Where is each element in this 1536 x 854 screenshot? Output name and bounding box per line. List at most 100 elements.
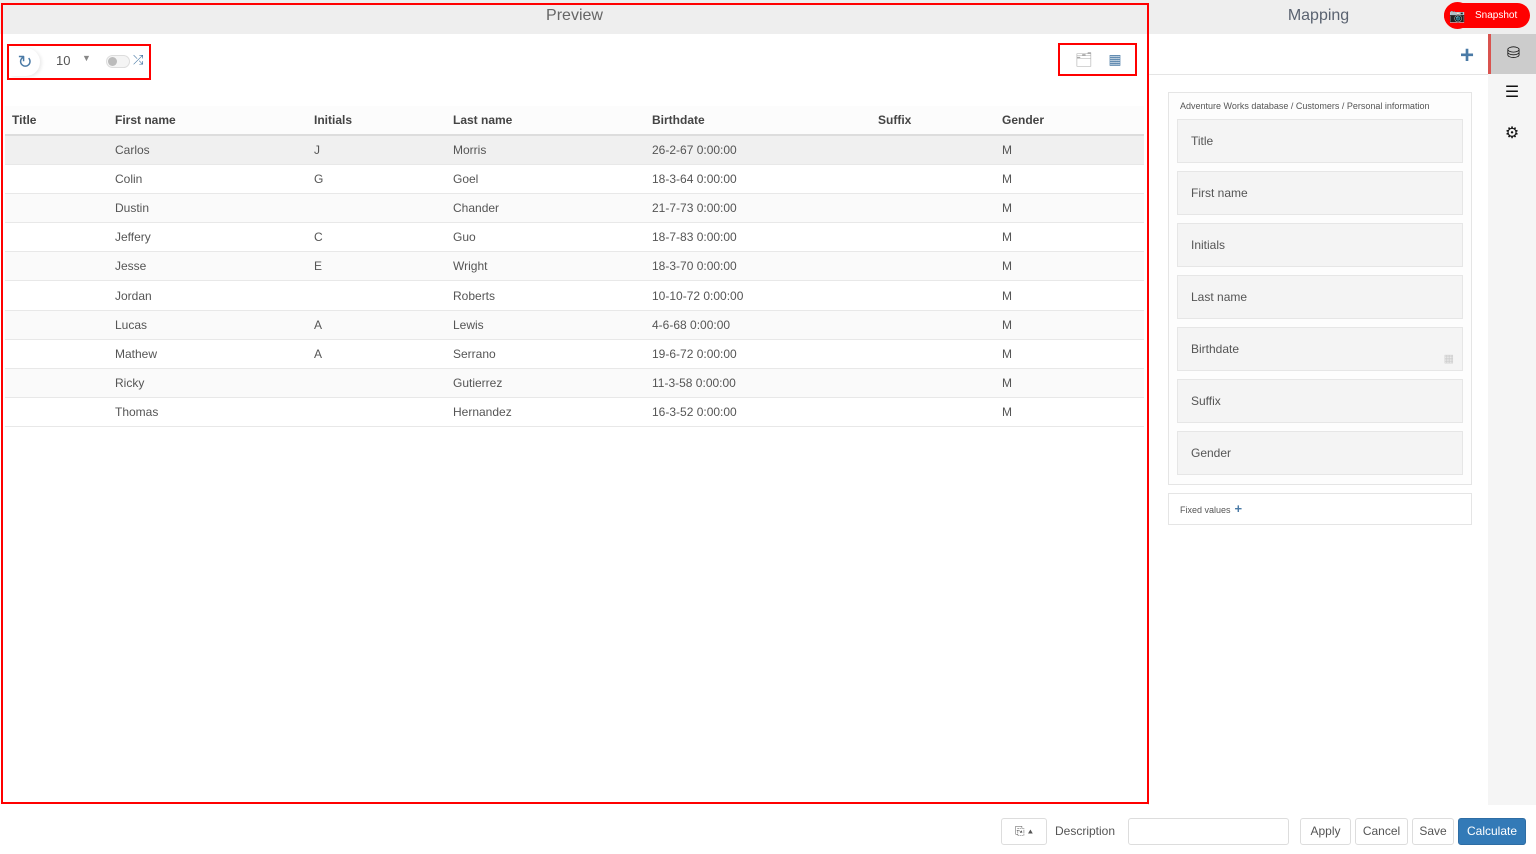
list-icon[interactable]: ☰ (1488, 73, 1536, 113)
column-header[interactable]: First name (108, 106, 307, 136)
save-button[interactable]: Save (1412, 818, 1454, 845)
table-row[interactable]: Jordan Roberts 10-10-72 0:00:00 M (5, 280, 1144, 311)
table-cell (5, 135, 108, 165)
table-row[interactable]: Dustin Chander 21-7-73 0:00:00 M (5, 193, 1144, 224)
table-row[interactable]: Mathew A Serrano 19-6-72 0:00:00 M (5, 339, 1144, 370)
mapping-title: Mapping (1287, 7, 1350, 24)
column-header[interactable]: Initials (307, 106, 446, 136)
table-cell: 18-3-70 0:00:00 (645, 251, 871, 282)
field-label: Initials (1191, 238, 1226, 252)
table-cell (5, 310, 108, 340)
table-cell (871, 164, 995, 194)
column-header[interactable]: Birthdate (645, 106, 871, 136)
table-cell (871, 339, 995, 370)
table-cell (871, 251, 995, 282)
table-cell: Lewis (446, 310, 645, 340)
plus-icon[interactable]: + (1235, 501, 1243, 516)
calculate-button[interactable]: Calculate (1458, 818, 1526, 845)
camera-icon: 📷 (1444, 2, 1471, 29)
table-cell: Ricky (108, 368, 307, 399)
table-cell (5, 164, 108, 194)
table-row[interactable]: Carlos J Morris 26-2-67 0:00:00 M (5, 135, 1144, 165)
table-cell (871, 135, 995, 165)
table-cell: M (995, 368, 1144, 399)
table-cell: G (307, 164, 446, 194)
table-cell: 26-2-67 0:00:00 (645, 135, 871, 165)
apply-button[interactable]: Apply (1300, 818, 1351, 845)
table-cell (307, 193, 446, 224)
snapshot-label: Snapshot (1475, 10, 1518, 21)
table-row[interactable]: Colin G Goel 18-3-64 0:00:00 M (5, 164, 1144, 194)
table-row[interactable]: Lucas A Lewis 4-6-68 0:00:00 M (5, 310, 1144, 340)
table-cell (307, 368, 446, 399)
table-cell: 19-6-72 0:00:00 (645, 339, 871, 370)
table-cell: Thomas (108, 397, 307, 428)
copy-menu-button[interactable]: ⎘ ▴ (1001, 818, 1047, 845)
copy-icon: ⎘ ▴ (1015, 824, 1033, 838)
column-header[interactable]: Gender (995, 106, 1144, 136)
fixed-values-label: Fixed values (1180, 505, 1231, 515)
table-cell: 4-6-68 0:00:00 (645, 310, 871, 340)
table-row[interactable]: Jeffery C Guo 18-7-83 0:00:00 M (5, 222, 1144, 253)
preview-title: Preview (0, 0, 1149, 34)
mapping-field[interactable]: Birthdate ▦ (1177, 327, 1463, 371)
table-cell (871, 280, 995, 311)
field-label: Last name (1191, 290, 1248, 304)
table-row[interactable]: Ricky Gutierrez 11-3-58 0:00:00 M (5, 368, 1144, 399)
table-cell (871, 368, 995, 399)
table-cell (5, 280, 108, 311)
table-cell: Serrano (446, 339, 645, 370)
fixed-values[interactable]: Fixed values + (1168, 493, 1472, 525)
view-toggle-highlight (1058, 43, 1137, 76)
table-cell: Jesse (108, 251, 307, 282)
table-cell: Dustin (108, 193, 307, 224)
table-cell: M (995, 310, 1144, 340)
table-cell: Mathew (108, 339, 307, 370)
table-cell: C (307, 222, 446, 253)
gear-icon[interactable]: ⚙ (1488, 114, 1536, 154)
breadcrumb: Adventure Works database / Customers / P… (1180, 101, 1430, 111)
table-row[interactable]: Jesse E Wright 18-3-70 0:00:00 M (5, 251, 1144, 282)
table-cell: Guo (446, 222, 645, 253)
calculator-icon[interactable]: ▦ (1444, 338, 1454, 380)
table-cell: Colin (108, 164, 307, 194)
table-cell (871, 310, 995, 340)
table-cell (5, 222, 108, 253)
table-cell (5, 193, 108, 224)
table-cell: Goel (446, 164, 645, 194)
table-cell: J (307, 135, 446, 165)
divider (1149, 74, 1488, 75)
add-mapping-button[interactable]: + (1460, 42, 1474, 70)
field-label: Gender (1191, 446, 1232, 460)
mapping-field[interactable]: Last name (1177, 275, 1463, 319)
table-cell: Jordan (108, 280, 307, 311)
column-header[interactable]: Last name (446, 106, 645, 136)
toolbar-highlight (7, 44, 151, 80)
table-cell (871, 397, 995, 428)
description-input[interactable] (1128, 818, 1289, 845)
column-header[interactable]: Suffix (871, 106, 995, 136)
table-cell (307, 397, 446, 428)
mapping-field[interactable]: Title (1177, 119, 1463, 163)
field-label: Birthdate (1191, 342, 1240, 356)
field-label: Title (1191, 134, 1214, 148)
snapshot-button[interactable]: 📷 Snapshot (1444, 2, 1530, 29)
table-cell: Wright (446, 251, 645, 282)
database-icon[interactable]: ⛁ (1488, 34, 1536, 74)
column-header[interactable]: Title (5, 106, 108, 136)
table-cell: Roberts (446, 280, 645, 311)
mapping-field[interactable]: Suffix (1177, 379, 1463, 423)
table-cell: 18-7-83 0:00:00 (645, 222, 871, 253)
table-cell: Morris (446, 135, 645, 165)
table-cell: 11-3-58 0:00:00 (645, 368, 871, 399)
mapping-field[interactable]: Initials (1177, 223, 1463, 267)
table-cell: M (995, 135, 1144, 165)
mapping-field[interactable]: Gender (1177, 431, 1463, 475)
table-cell: M (995, 339, 1144, 370)
description-label: Description (1055, 824, 1116, 838)
table-row[interactable]: Thomas Hernandez 16-3-52 0:00:00 M (5, 397, 1144, 428)
right-sidebar: ⛁ ☰ ⚙ (1488, 34, 1536, 805)
field-label: First name (1191, 186, 1248, 200)
cancel-button[interactable]: Cancel (1355, 818, 1408, 845)
mapping-field[interactable]: First name (1177, 171, 1463, 215)
